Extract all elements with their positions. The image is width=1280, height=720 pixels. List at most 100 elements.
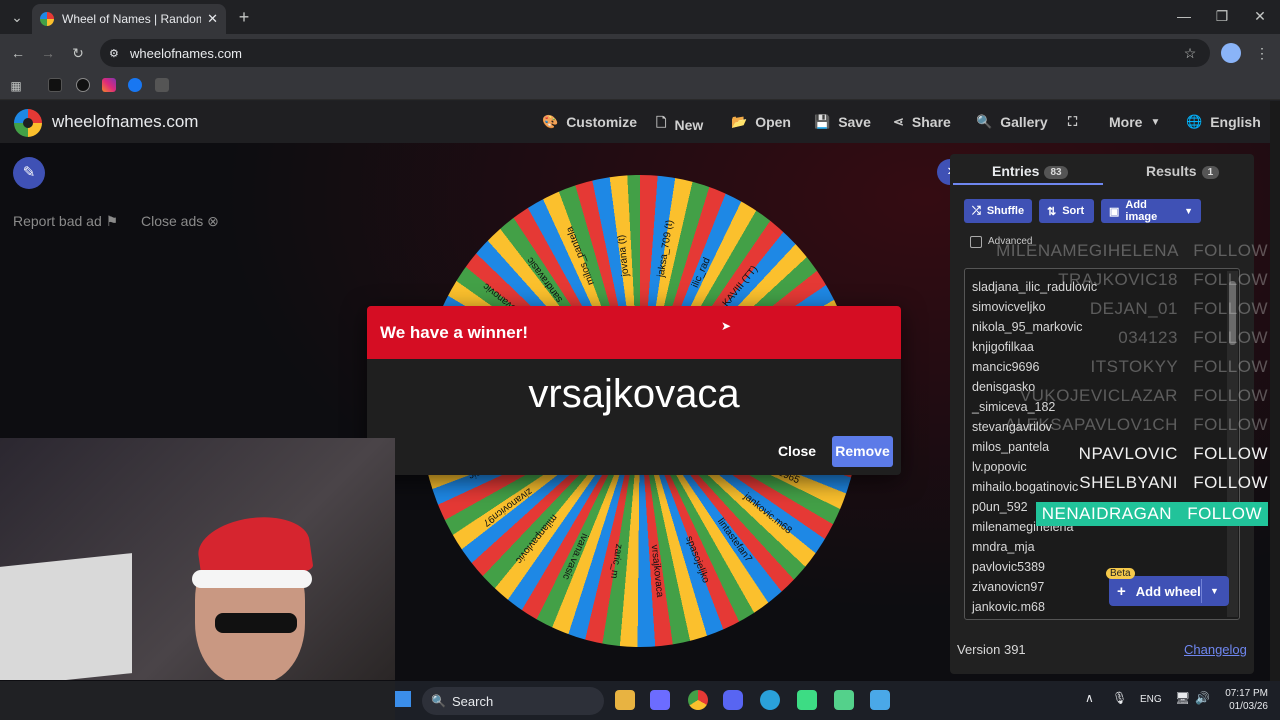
tab-label: Results xyxy=(1146,163,1197,179)
add-wheel-button[interactable]: + Add wheel ▼ xyxy=(1109,576,1229,606)
bookmark-icon[interactable] xyxy=(155,78,169,92)
follow-label: FOLLOW xyxy=(1193,473,1268,492)
nav-more[interactable]: More ▼ xyxy=(1109,114,1160,130)
follow-alert: TRAJKOVIC18 FOLLOW xyxy=(1058,270,1268,290)
instagram-icon[interactable] xyxy=(102,78,116,92)
follow-label: FOLLOW xyxy=(1187,504,1262,523)
entry-item: mancic9696 xyxy=(972,360,1040,374)
report-bad-ad-link[interactable]: Report bad ad ⚑ xyxy=(13,213,118,230)
chrome-icon[interactable] xyxy=(688,690,708,710)
site-title[interactable]: wheelofnames.com xyxy=(52,112,198,132)
taskbar-clock[interactable]: 07:17 PM 01/03/26 xyxy=(1222,687,1268,713)
close-ads-label: Close ads xyxy=(141,213,204,229)
browser-tab[interactable]: Wheel of Names | Random nam ✕ xyxy=(32,4,226,34)
minimize-icon[interactable]: — xyxy=(1174,6,1194,26)
remove-button[interactable]: Remove xyxy=(832,436,893,467)
notepad-icon[interactable] xyxy=(870,690,890,710)
network-icon[interactable]: 🖥 xyxy=(1175,691,1190,705)
tab-entries[interactable]: Entries 83 xyxy=(992,163,1068,179)
file-explorer-icon[interactable] xyxy=(615,690,635,710)
sort-button[interactable]: ⇅ Sort xyxy=(1039,199,1094,223)
threads-icon[interactable] xyxy=(76,78,90,92)
follow-alert: 034123 FOLLOW xyxy=(1118,328,1268,348)
entries-count-badge: 83 xyxy=(1044,165,1068,179)
new-tab-icon[interactable]: + xyxy=(234,7,254,27)
tab-list-icon[interactable]: ⌄ xyxy=(7,7,27,27)
follower-name: 034123 xyxy=(1118,328,1178,347)
nav-share[interactable]: ⋖ Share xyxy=(893,114,951,130)
follower-name: DEJAN_01 xyxy=(1089,299,1178,318)
entry-item: zivanovicn97 xyxy=(972,580,1045,594)
wheel-segment-label: ilic_rad xyxy=(689,255,713,290)
tab-results[interactable]: Results 1 xyxy=(1146,163,1220,179)
close-ads-link[interactable]: Close ads ⊗ xyxy=(141,213,219,230)
add-image-button[interactable]: ▣ Add image ▼ xyxy=(1101,199,1201,223)
apps-icon[interactable]: ▦ xyxy=(6,76,26,96)
tray-chevron-icon[interactable]: ∧ xyxy=(1085,691,1094,705)
telegram-icon[interactable] xyxy=(760,690,780,710)
bookmark-star-icon[interactable]: ☆ xyxy=(1180,43,1200,63)
sort-icon: ⇅ xyxy=(1047,205,1057,218)
discord-icon[interactable] xyxy=(723,690,743,710)
changelog-link[interactable]: Changelog xyxy=(1184,642,1247,657)
follow-alert: VUKOJEVICLAZAR FOLLOW xyxy=(1020,386,1268,406)
page-scrollbar[interactable] xyxy=(1270,101,1280,681)
profile-avatar[interactable] xyxy=(1221,43,1241,63)
fullscreen-icon: ⛶ xyxy=(1068,114,1078,129)
follower-name: SHELBYANI xyxy=(1079,473,1178,492)
follow-alert: NENAIDRAGAN FOLLOW xyxy=(1035,502,1268,526)
app-icon[interactable] xyxy=(650,690,670,710)
close-tab-icon[interactable]: ✕ xyxy=(207,11,218,27)
search-icon: 🔍 xyxy=(976,114,993,129)
follow-alert: ITSTOKYY FOLLOW xyxy=(1091,357,1269,377)
maximize-icon[interactable]: ❐ xyxy=(1212,6,1232,26)
menu-icon[interactable]: ⋮ xyxy=(1252,43,1272,63)
microphone-icon[interactable]: 🎙 xyxy=(1112,691,1127,705)
nav-label: New xyxy=(674,117,704,133)
volume-icon[interactable]: 🔊 xyxy=(1195,691,1210,705)
windows-start-icon[interactable] xyxy=(395,691,411,707)
taskbar-search[interactable]: 🔍 Search xyxy=(422,687,604,715)
language-indicator[interactable]: ENG xyxy=(1140,694,1162,705)
site-info-icon[interactable]: ⚙ xyxy=(109,47,119,60)
nav-customize[interactable]: 🎨 Customize xyxy=(542,114,637,130)
nav-label: Gallery xyxy=(1000,114,1048,130)
wheel-segment-label: jovana (t) xyxy=(616,234,632,277)
back-icon[interactable]: ← xyxy=(8,43,28,63)
address-bar[interactable]: ⚙ wheelofnames.com xyxy=(100,39,1210,67)
edit-pencil-button[interactable]: ✎ xyxy=(13,157,45,189)
close-window-icon[interactable]: ✕ xyxy=(1250,6,1270,26)
active-tab-indicator xyxy=(953,183,1103,185)
search-icon: 🔍 xyxy=(431,694,446,708)
reload-icon[interactable]: ↻ xyxy=(68,43,88,63)
app-icon[interactable] xyxy=(834,690,854,710)
favicon-icon xyxy=(40,12,54,26)
nav-language[interactable]: 🌐 English xyxy=(1186,114,1261,130)
tiktok-icon[interactable] xyxy=(48,78,62,92)
nav-new[interactable]: 🗋 New xyxy=(656,114,703,136)
app-icon[interactable] xyxy=(797,690,817,710)
fullscreen-button[interactable]: ⛶ xyxy=(1068,114,1085,130)
entry-item: nikola_95_markovic xyxy=(972,320,1083,334)
folder-icon: 📂 xyxy=(731,114,748,129)
entry-item: jankovic.m68 xyxy=(972,600,1045,614)
wheel-segment-label: ivana.vasic xyxy=(559,531,591,582)
site-header: wheelofnames.com 🎨 Customize 🗋 New 📂 Open 💾… xyxy=(0,101,1270,143)
tab-title: Wheel of Names | Random nam xyxy=(62,12,202,26)
facebook-icon[interactable] xyxy=(128,78,142,92)
follower-name: VUKOJEVICLAZAR xyxy=(1019,386,1178,405)
wheel-logo-icon[interactable] xyxy=(14,109,42,137)
caret-down-icon: ▼ xyxy=(1184,206,1193,216)
nav-open[interactable]: 📂 Open xyxy=(731,114,791,130)
follower-name: ALEKSAPAVLOV1CH xyxy=(1004,415,1178,434)
nav-save[interactable]: 💾 Save xyxy=(814,114,871,130)
caret-down-icon[interactable]: ▼ xyxy=(1210,586,1219,596)
follow-label: FOLLOW xyxy=(1193,299,1268,318)
globe-icon: 🌐 xyxy=(1186,114,1203,129)
nav-gallery[interactable]: 🔍 Gallery xyxy=(976,114,1048,130)
advanced-checkbox[interactable] xyxy=(970,236,982,248)
shuffle-button[interactable]: ⤮ Shuffle xyxy=(964,199,1032,223)
close-button[interactable]: Close xyxy=(771,436,823,466)
entry-item: milos_pantela xyxy=(972,440,1050,454)
forward-icon[interactable]: → xyxy=(38,43,58,63)
